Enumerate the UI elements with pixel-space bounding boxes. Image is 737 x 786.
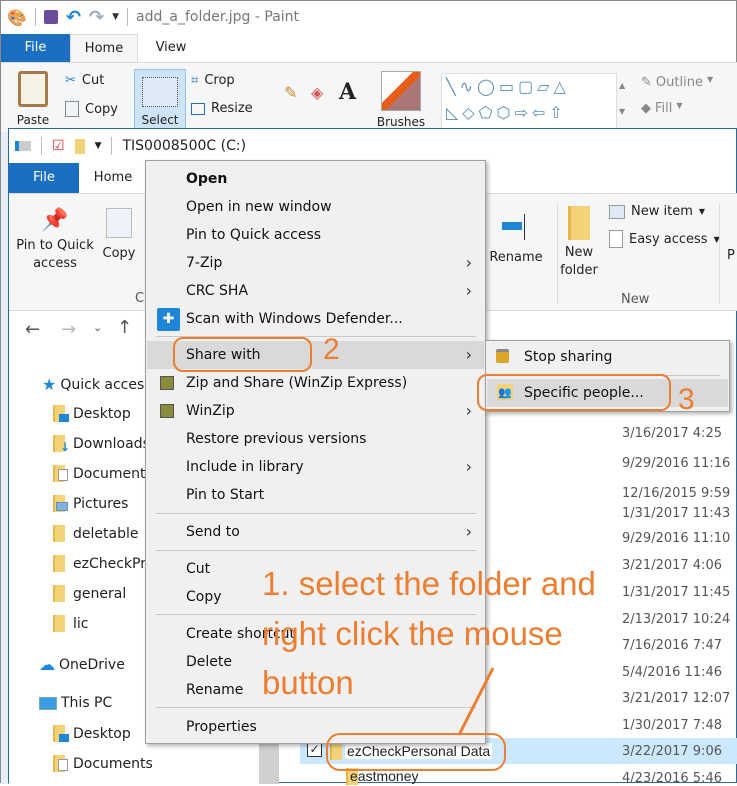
annotation-oval-selected-folder: [326, 733, 506, 771]
pointer-line: [457, 667, 495, 736]
annotation-pointer-line: [457, 667, 495, 736]
